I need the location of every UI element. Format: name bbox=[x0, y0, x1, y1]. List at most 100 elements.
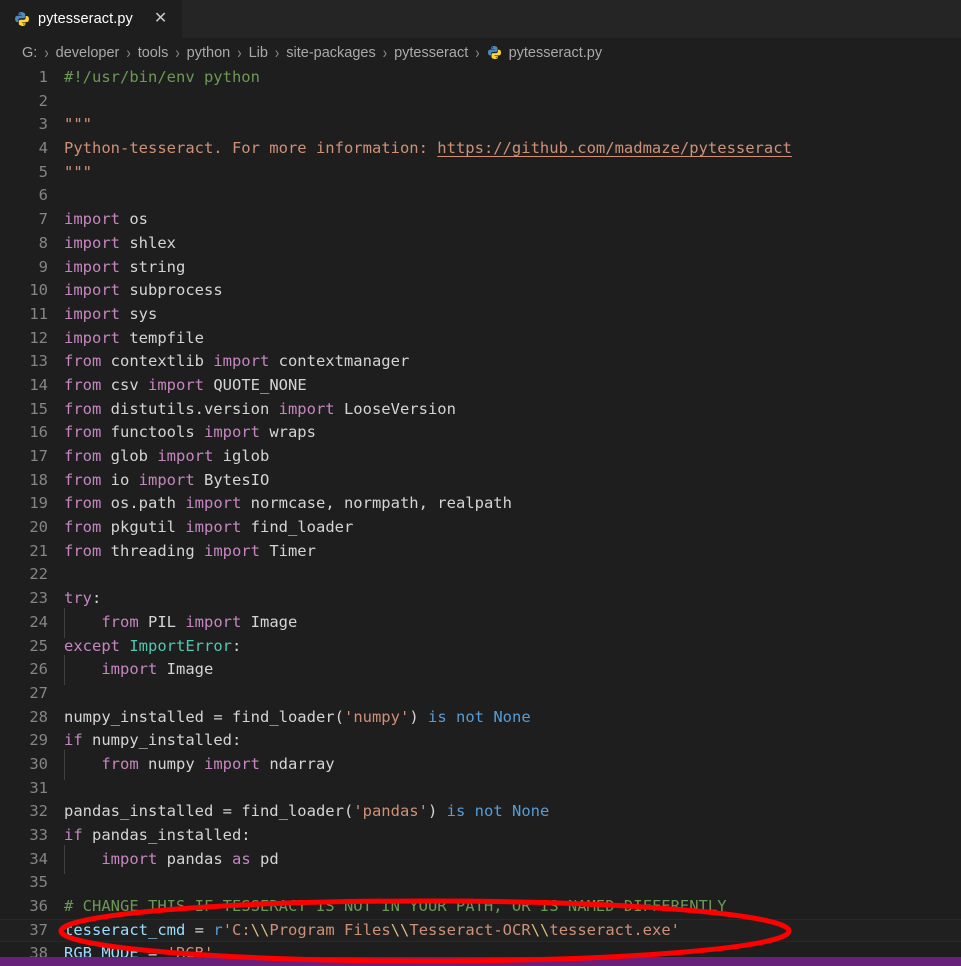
code-text: #!/usr/bin/env python bbox=[62, 66, 260, 90]
close-icon[interactable]: ✕ bbox=[151, 9, 170, 29]
code-line[interactable]: 28 numpy_installed = find_loader('numpy')… bbox=[0, 706, 961, 730]
code-text: from PIL import Image bbox=[62, 607, 298, 638]
code-token: from bbox=[64, 375, 102, 394]
code-line[interactable]: 13 from contextlib import contextmanager bbox=[0, 350, 961, 374]
code-token: import bbox=[64, 210, 120, 229]
code-token: Image bbox=[241, 612, 298, 631]
code-line[interactable]: 23 try: bbox=[0, 587, 961, 611]
code-token: find_loader bbox=[241, 518, 354, 537]
code-line[interactable]: 20 from pkgutil import find_loader bbox=[0, 516, 961, 540]
code-line[interactable]: 1 #!/usr/bin/env python bbox=[0, 66, 961, 90]
code-token: find_loader( bbox=[231, 802, 354, 821]
tab-label: pytesseract.py bbox=[38, 11, 133, 27]
code-line[interactable]: 19 from os.path import normcase, normpath… bbox=[0, 492, 961, 516]
line-number: 35 bbox=[29, 873, 48, 892]
code-line[interactable]: 12 import tempfile bbox=[0, 327, 961, 351]
code-line[interactable]: 37 tesseract_cmd = r'C:\\Program Files\\T… bbox=[0, 918, 961, 943]
code-line[interactable]: 6 bbox=[0, 184, 961, 208]
breadcrumb-item-1[interactable]: developer bbox=[56, 45, 120, 61]
code-token[interactable]: https://github.com/madmaze/pytesseract bbox=[437, 139, 792, 157]
code-line[interactable]: 35 bbox=[0, 871, 961, 895]
code-token: PIL bbox=[138, 612, 186, 631]
code-line[interactable]: 31 bbox=[0, 777, 961, 801]
code-line[interactable]: 27 bbox=[0, 682, 961, 706]
status-bar bbox=[0, 957, 961, 966]
python-file-icon bbox=[487, 45, 501, 60]
code-token: except bbox=[64, 636, 120, 655]
breadcrumb-file-label: pytesseract.py bbox=[508, 44, 603, 61]
line-number: 8 bbox=[38, 233, 48, 252]
code-line[interactable]: 22 bbox=[0, 563, 961, 587]
code-line[interactable]: 16 from functools import wraps bbox=[0, 421, 961, 445]
code-token: from bbox=[64, 518, 102, 537]
code-line[interactable]: 4 Python-tesseract. For more information:… bbox=[0, 137, 961, 161]
code-line[interactable]: 14 from csv import QUOTE_NONE bbox=[0, 374, 961, 398]
code-token: \\ bbox=[530, 920, 550, 939]
code-line[interactable]: 38 RGB_MODE = 'RGB' bbox=[0, 942, 961, 957]
code-line[interactable]: 11 import sys bbox=[0, 303, 961, 327]
code-line[interactable]: 10 import subprocess bbox=[0, 279, 961, 303]
breadcrumb-item-2[interactable]: tools bbox=[138, 45, 169, 61]
code-token: try bbox=[64, 589, 92, 608]
breadcrumb-item-3[interactable]: python bbox=[187, 45, 231, 61]
code-token: not bbox=[456, 707, 484, 726]
code-line[interactable]: 24 from PIL import Image bbox=[0, 607, 961, 638]
code-token: ndarray bbox=[259, 754, 335, 773]
chevron-right-icon: › bbox=[274, 43, 280, 62]
code-token: #!/usr/bin/env python bbox=[64, 68, 260, 86]
code-line[interactable]: 36 # CHANGE THIS IF TESSERACT IS NOT IN Y… bbox=[0, 895, 961, 919]
code-line[interactable]: 25 except ImportError: bbox=[0, 635, 961, 659]
line-number: 23 bbox=[29, 589, 48, 608]
code-token: import bbox=[185, 494, 242, 513]
chevron-right-icon: › bbox=[237, 43, 242, 62]
line-number: 14 bbox=[29, 375, 48, 394]
breadcrumb-item-6[interactable]: pytesseract bbox=[394, 45, 468, 61]
editor-tab-bar: pytesseract.py ✕ bbox=[0, 0, 961, 39]
code-line[interactable]: 3 """ bbox=[0, 113, 961, 137]
breadcrumb: G: › developer › tools › python › Lib › … bbox=[0, 39, 961, 66]
breadcrumb-item-0[interactable]: G: bbox=[22, 45, 37, 61]
code-line[interactable]: 7 import os bbox=[0, 208, 961, 232]
line-number: 16 bbox=[29, 423, 48, 442]
code-line[interactable]: 26 import Image bbox=[0, 655, 961, 685]
breadcrumb-item-5[interactable]: site-packages bbox=[286, 45, 375, 61]
code-token: pandas_installed: bbox=[82, 826, 251, 844]
code-token: BytesIO bbox=[194, 470, 270, 489]
code-line[interactable]: 2 bbox=[0, 90, 961, 114]
code-token: os.path bbox=[101, 494, 186, 513]
code-line[interactable]: 9 import string bbox=[0, 256, 961, 280]
line-number: 29 bbox=[29, 731, 48, 750]
code-token: Tesseract-OCR bbox=[409, 920, 531, 939]
breadcrumb-item-file[interactable]: pytesseract.py bbox=[487, 44, 603, 61]
line-number: 6 bbox=[38, 186, 48, 205]
code-token: io bbox=[101, 470, 139, 489]
code-text: from io import BytesIO bbox=[62, 469, 269, 493]
code-line[interactable]: 21 from threading import Timer bbox=[0, 540, 961, 564]
code-text: numpy_installed = find_loader('numpy') i… bbox=[62, 706, 531, 730]
code-line[interactable]: 8 import shlex bbox=[0, 232, 961, 256]
code-line[interactable]: 17 from glob import iglob bbox=[0, 445, 961, 469]
code-line[interactable]: 32 pandas_installed = find_loader('pandas… bbox=[0, 800, 961, 824]
tab-pytesseract-py[interactable]: pytesseract.py ✕ bbox=[0, 0, 183, 38]
code-line[interactable]: 33 if pandas_installed: bbox=[0, 824, 961, 848]
breadcrumb-item-4[interactable]: Lib bbox=[249, 45, 268, 61]
code-text: tesseract_cmd = r'C:\\Program Files\\Tes… bbox=[62, 919, 680, 943]
code-line[interactable]: 30 from numpy import ndarray bbox=[0, 749, 961, 780]
code-token: import bbox=[203, 754, 260, 773]
code-line[interactable]: 5 """ bbox=[0, 161, 961, 185]
code-text: Python-tesseract. For more information: … bbox=[62, 137, 792, 161]
line-number: 37 bbox=[29, 920, 48, 939]
code-token: QUOTE_NONE bbox=[204, 375, 307, 394]
code-token: import bbox=[101, 849, 158, 868]
code-line[interactable]: 29 if numpy_installed: bbox=[0, 729, 961, 753]
code-line[interactable]: 18 from io import BytesIO bbox=[0, 469, 961, 493]
code-line[interactable]: 15 from distutils.version import LooseVer… bbox=[0, 398, 961, 422]
code-line[interactable]: 34 import pandas as pd bbox=[0, 844, 961, 875]
code-token: 'C: bbox=[222, 920, 251, 939]
chevron-right-icon: › bbox=[382, 43, 388, 62]
code-token: wraps bbox=[259, 423, 316, 442]
code-editor[interactable]: 1 #!/usr/bin/env python 2 3 """ 4 Python-tesse… bbox=[0, 66, 961, 957]
